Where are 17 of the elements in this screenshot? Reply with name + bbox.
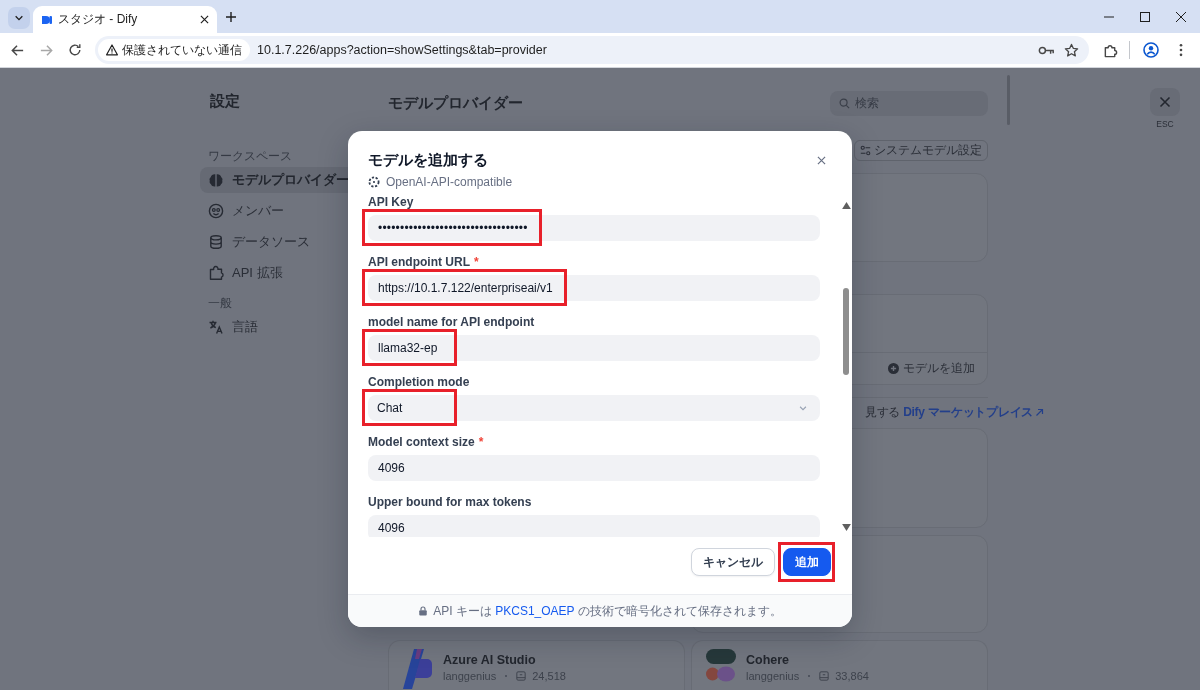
provider-name: Azure AI Studio	[443, 653, 537, 667]
field-label: Completion mode	[368, 375, 470, 389]
field-label: model name for API endpoint	[368, 315, 535, 329]
field-label: Upper bound for max tokens	[368, 495, 532, 509]
field-label: API endpoint URL	[368, 255, 470, 269]
field-label: Model context size	[368, 435, 475, 449]
provider-name: Cohere	[746, 653, 791, 667]
settings-title: 設定	[210, 91, 241, 111]
encryption-note: API キーは PKCS1_OAEP の技術で暗号化されて保存されます。	[433, 602, 782, 620]
marketplace-note: 見する Dify マーケットプレイス	[865, 404, 1044, 420]
shortcut-hint: ESC	[1156, 119, 1174, 129]
provider-name: OpenAI-API-compatible	[386, 175, 513, 189]
dialog-title: モデルを追加する	[368, 150, 488, 170]
required-mark: *	[474, 255, 479, 269]
page-title: モデルプロバイダー	[388, 93, 523, 113]
required-mark: *	[478, 435, 484, 449]
field-label: API Key	[368, 195, 414, 209]
